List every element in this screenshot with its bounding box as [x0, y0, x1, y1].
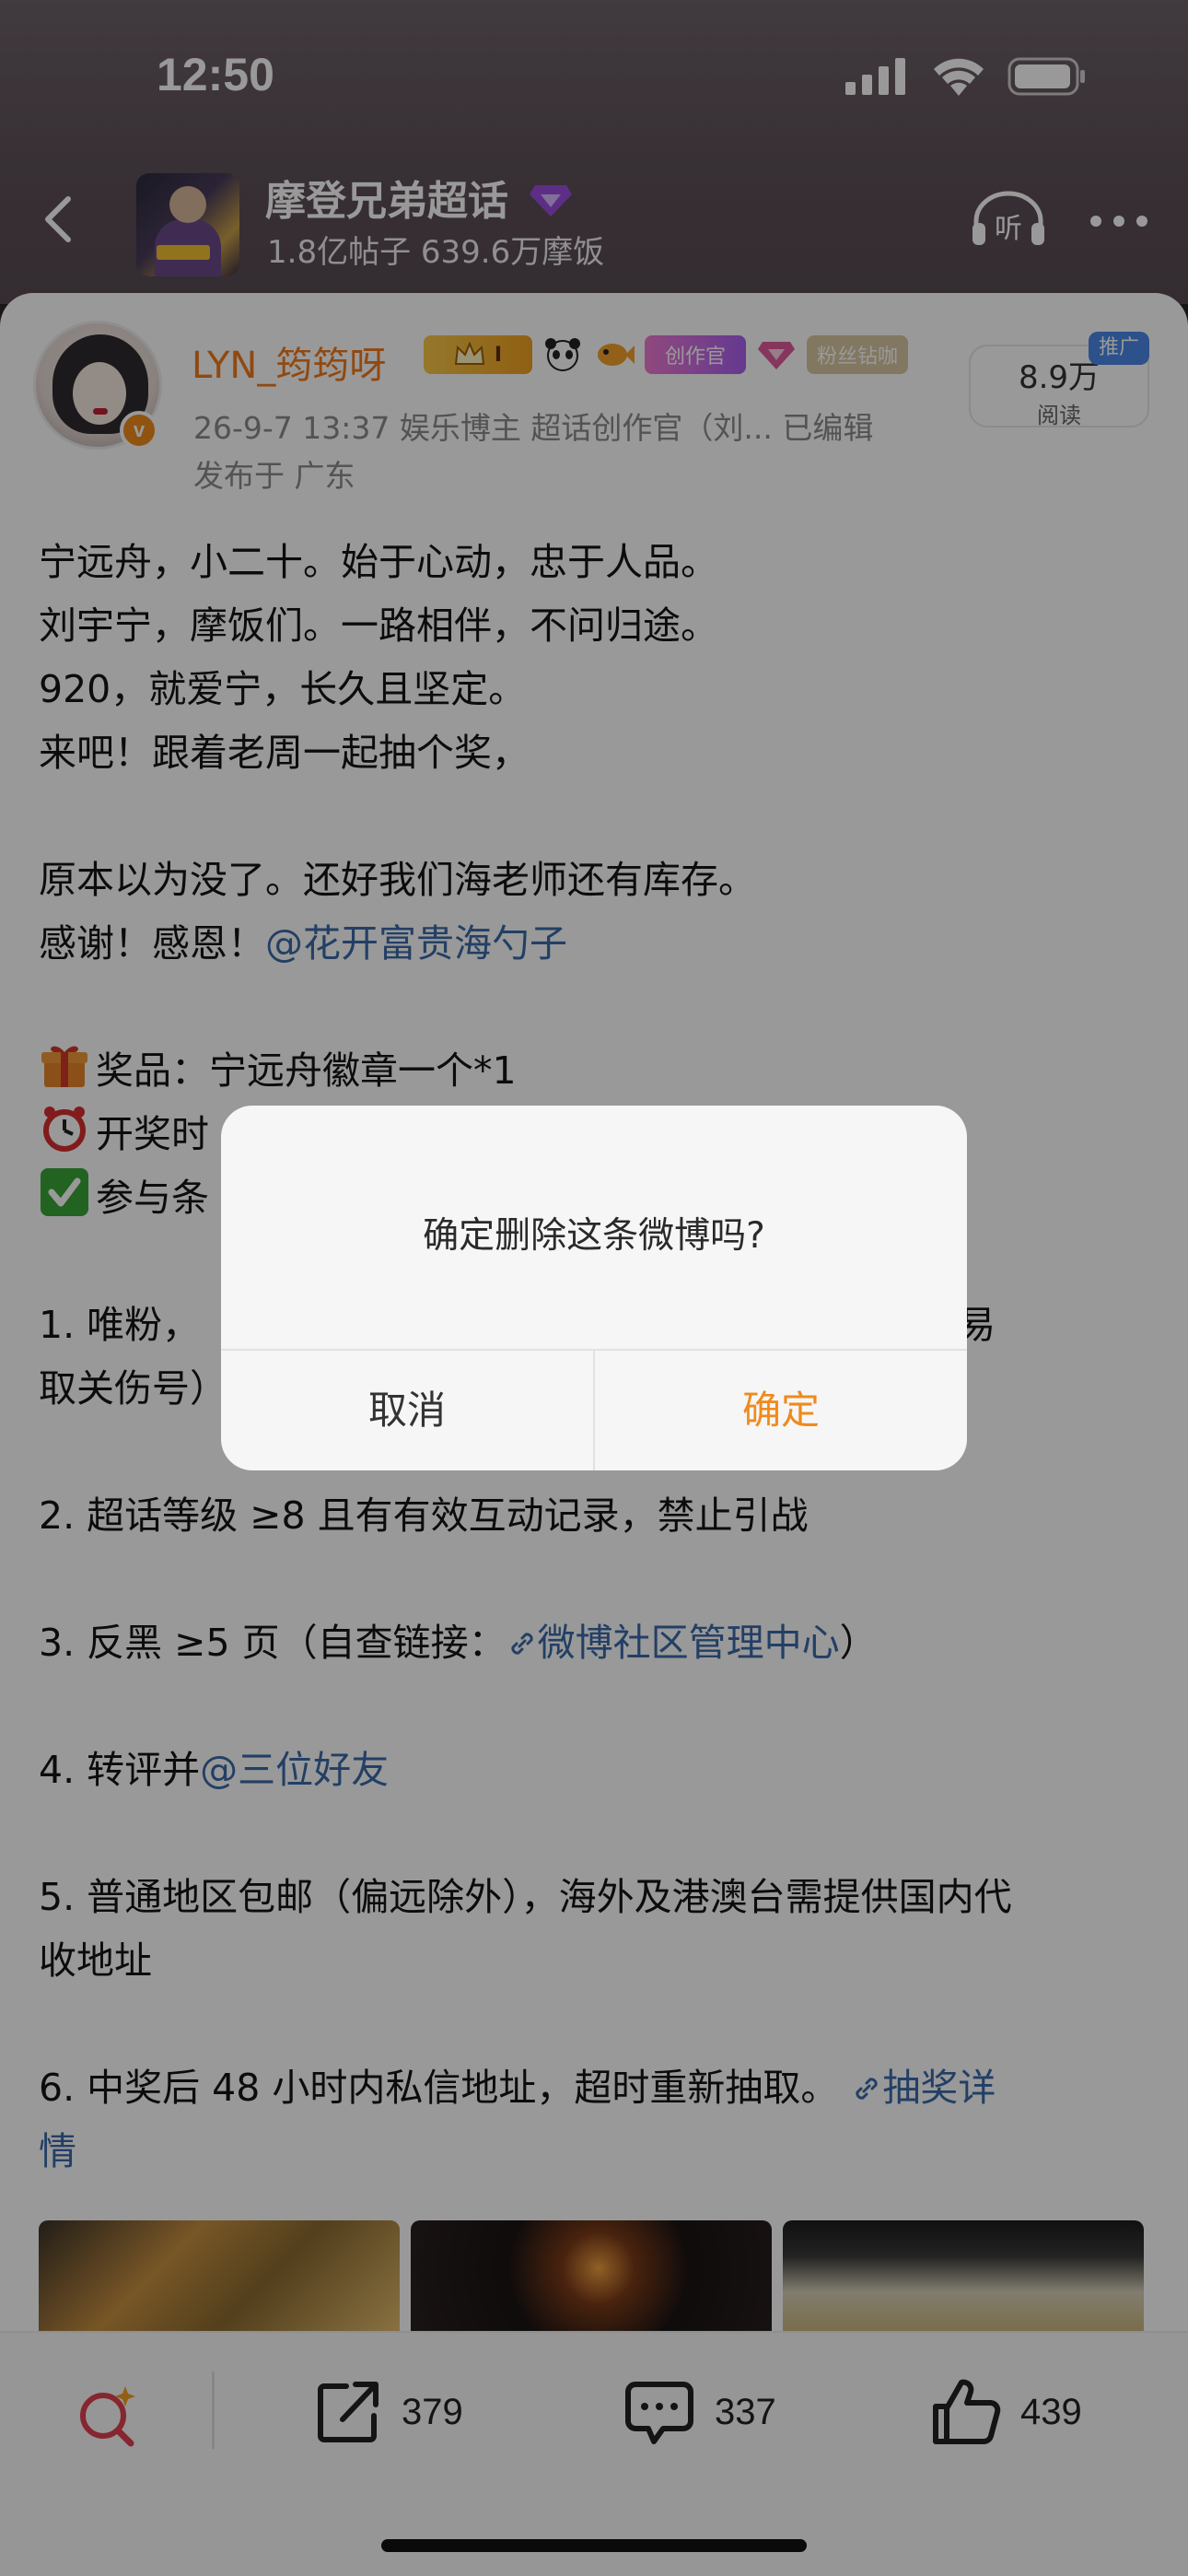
confirm-delete-button[interactable]: 确定 [595, 1351, 967, 1470]
cancel-button[interactable]: 取消 [221, 1351, 593, 1470]
delete-confirm-dialog: 确定删除这条微博吗? 取消 确定 [221, 1106, 967, 1470]
dialog-message: 确定删除这条微博吗? [423, 1215, 765, 1257]
